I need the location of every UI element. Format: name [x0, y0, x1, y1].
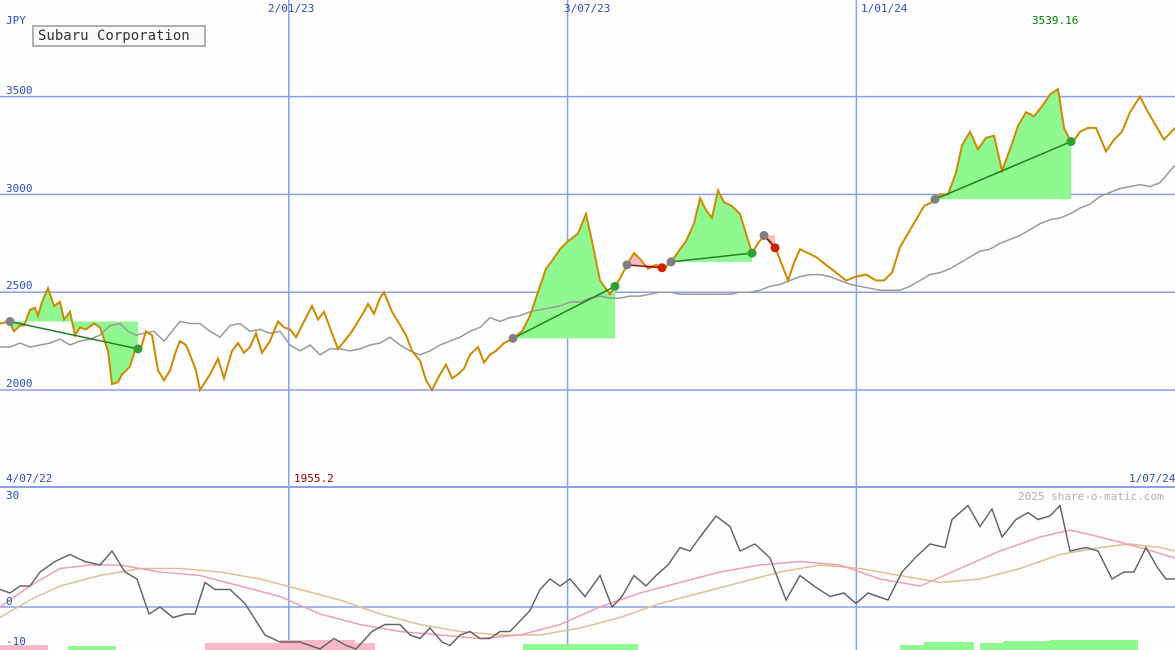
- osc-bar-2: [68, 646, 116, 650]
- osc-bar-10: [1050, 640, 1138, 650]
- y-tick-2000: 2000: [6, 377, 33, 390]
- trade-exit-2: [610, 281, 620, 291]
- osc-bar-6: [900, 645, 924, 650]
- oscillator-line: [0, 503, 1175, 650]
- signal-slow-line: [0, 543, 1175, 636]
- osc-bar-5: [523, 644, 638, 650]
- osc-tick-minus10: -10: [6, 635, 26, 648]
- trade-exit-5: [770, 243, 780, 253]
- trade-exit-1: [133, 344, 143, 354]
- high-value-label: 3539.16: [1032, 14, 1078, 27]
- x-top-label-2: 3/07/23: [564, 2, 610, 15]
- osc-bar-9: [1003, 641, 1053, 650]
- trade-exit-6: [1066, 137, 1076, 147]
- x-bottom-label-start: 4/07/22: [6, 472, 52, 485]
- signal-fast-line: [0, 529, 1175, 640]
- y-tick-2500: 2500: [6, 279, 33, 292]
- y-tick-3500: 3500: [6, 84, 33, 97]
- trade-entry-4: [666, 257, 676, 267]
- x-bottom-label-end: 1/07/24: [1129, 472, 1175, 485]
- trade-entry-6: [930, 194, 940, 204]
- trade-exit-4: [747, 248, 757, 258]
- trade-entry-2: [508, 333, 518, 343]
- trade-fill-4: [671, 190, 752, 262]
- y-tick-3000: 3000: [6, 182, 33, 195]
- trade-entry-3: [622, 260, 632, 270]
- trade-exit-3: [657, 263, 667, 273]
- x-top-label-3: 1/01/24: [861, 2, 908, 15]
- low-value-label: 1955.2: [294, 472, 334, 485]
- trade-fill-1: [10, 288, 138, 385]
- osc-bar-7: [924, 642, 974, 650]
- watermark: 2025 share-o-matic.com: [1018, 490, 1164, 503]
- trade-entry-5: [759, 230, 769, 240]
- trade-entry-1: [5, 317, 15, 327]
- stock-chart: JPY 3500 3000 2500 2000 2/01/23 3/07/23 …: [0, 0, 1175, 650]
- trade-fill-6: [935, 89, 1071, 200]
- chart-title: Subaru Corporation: [32, 25, 206, 47]
- unit-label: JPY: [6, 14, 26, 27]
- x-top-label-1: 2/01/23: [268, 2, 314, 15]
- osc-tick-30: 30: [6, 489, 19, 502]
- osc-tick-0: 0: [6, 595, 13, 608]
